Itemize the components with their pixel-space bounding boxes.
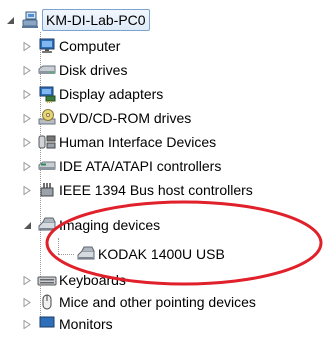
collapsed-triangle-icon[interactable] (22, 319, 32, 329)
scanner-icon (37, 215, 57, 235)
collapsed-triangle-icon[interactable] (22, 113, 32, 123)
collapsed-triangle-icon[interactable] (22, 137, 32, 147)
computer-network-icon (20, 10, 40, 30)
tree-node-disk-drives[interactable]: Disk drives (0, 58, 300, 82)
tree-node-monitors[interactable]: Monitors (0, 312, 300, 336)
display-adapter-icon (37, 84, 57, 104)
tree-node-label[interactable]: DVD/CD-ROM drives (59, 108, 191, 128)
tree-node-mice-and-other-pointing-devices[interactable]: Mice and other pointing devices (0, 290, 330, 314)
collapsed-triangle-icon[interactable] (22, 275, 32, 285)
tree-node-display-adapters[interactable]: Display adapters (0, 82, 300, 106)
tree-node-imaging-devices[interactable]: Imaging devices (0, 213, 300, 237)
monitor-icon (37, 314, 57, 334)
mouse-icon (37, 292, 57, 312)
tree-node-label[interactable]: Human Interface Devices (59, 132, 216, 152)
tree-node-label[interactable]: KODAK 1400U USB (98, 244, 225, 264)
tree-node-label[interactable]: Keyboards (59, 270, 126, 290)
collapsed-triangle-icon[interactable] (22, 89, 32, 99)
device-tree: KM-DI-Lab-PC0 Computer Disk drives Displ… (0, 0, 330, 332)
collapsed-triangle-icon[interactable] (22, 161, 32, 171)
tree-node-dvd-cd-rom-drives[interactable]: DVD/CD-ROM drives (0, 106, 300, 130)
optical-drive-icon (37, 108, 57, 128)
tree-node-label[interactable]: Monitors (59, 314, 113, 334)
expanded-triangle-icon[interactable] (22, 220, 32, 230)
scanner-icon (76, 244, 96, 264)
tree-node-ieee-1394-bus-host-controllers[interactable]: IEEE 1394 Bus host controllers (0, 178, 330, 202)
expanded-triangle-icon[interactable] (5, 15, 15, 25)
tree-node-label[interactable]: Imaging devices (59, 215, 160, 235)
disk-drive-icon (37, 60, 57, 80)
tree-node-ide-ata-atapi-controllers[interactable]: IDE ATA/ATAPI controllers (0, 154, 320, 178)
keyboard-icon (37, 270, 57, 290)
computer-monitor-icon (37, 36, 57, 56)
tree-node-label[interactable]: Mice and other pointing devices (59, 292, 256, 312)
tree-root[interactable]: KM-DI-Lab-PC0 (0, 8, 220, 32)
tree-node-label[interactable]: IDE ATA/ATAPI controllers (59, 156, 221, 176)
tree-root-label[interactable]: KM-DI-Lab-PC0 (42, 9, 150, 31)
tree-node-label[interactable]: IEEE 1394 Bus host controllers (59, 180, 253, 200)
tree-node-label[interactable]: Display adapters (59, 84, 163, 104)
tree-node-label[interactable]: Disk drives (59, 60, 127, 80)
firewire-icon (37, 180, 57, 200)
tree-node-human-interface-devices[interactable]: Human Interface Devices (0, 130, 310, 154)
collapsed-triangle-icon[interactable] (22, 297, 32, 307)
tree-node-kodak-1400u-usb[interactable]: KODAK 1400U USB (0, 242, 300, 266)
tree-node-computer[interactable]: Computer (0, 34, 300, 58)
collapsed-triangle-icon[interactable] (22, 41, 32, 51)
collapsed-triangle-icon[interactable] (22, 65, 32, 75)
tree-node-keyboards[interactable]: Keyboards (0, 268, 300, 292)
collapsed-triangle-icon[interactable] (22, 185, 32, 195)
hid-icon (37, 132, 57, 152)
ide-controller-icon (37, 156, 57, 176)
tree-node-label[interactable]: Computer (59, 36, 120, 56)
